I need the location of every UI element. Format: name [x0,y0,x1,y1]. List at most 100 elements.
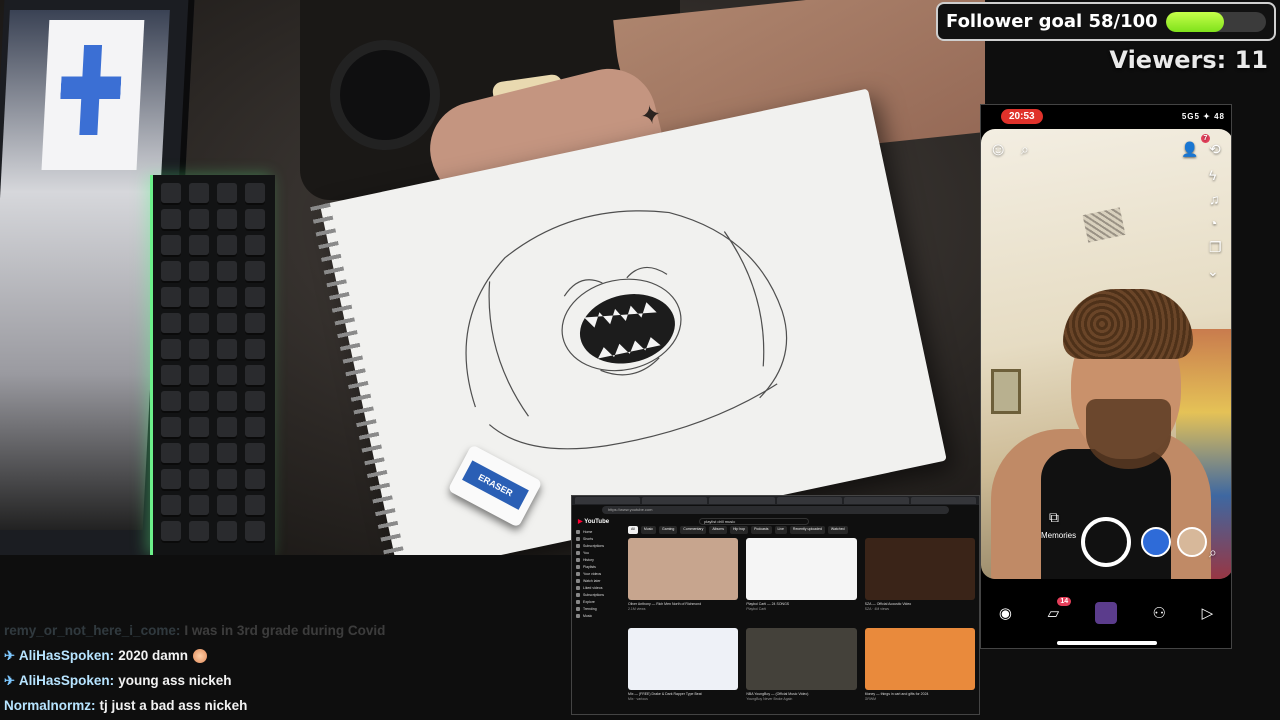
keyboard-key [189,261,209,283]
video-thumbnail[interactable] [746,628,857,690]
youtube-sidebar-item[interactable]: Subscriptions [576,591,620,598]
chat-username[interactable]: AliHasSpoken: [19,648,114,663]
camera-tab-icon[interactable] [1094,602,1117,624]
keyboard-key [189,391,209,413]
timer-icon[interactable]: ◔ [1209,215,1217,231]
chat-message: Normalnormz: tj just a bad ass nickeh [4,693,564,718]
youtube-sidebar-item[interactable]: Home [576,528,620,535]
chat-username[interactable]: Normalnormz: [4,698,96,713]
video-thumbnail[interactable] [746,538,857,600]
youtube-video-card[interactable]: Mix — (FREE) Drake & Dark Rapper Type Be… [628,628,739,714]
chat-username[interactable]: remy_or_not_here_i_come: [4,623,180,638]
youtube-filter-chip[interactable]: Music [640,526,657,534]
keyboard-key [245,209,265,231]
keyboard-key [161,287,181,309]
youtube-search-input[interactable]: playlist drill music [699,517,810,525]
keyboard-key [217,235,237,257]
keyboard-key [189,339,209,361]
youtube-video-card[interactable]: Oliver Anthony — Rich Men North of Richm… [628,538,739,624]
viewer-count: Viewers: 11 [1109,46,1268,74]
youtube-sidebar-item[interactable]: You [576,549,620,556]
youtube-filter-chip[interactable]: Hip hop [730,526,749,534]
keyboard-key [189,313,209,335]
scan-icon[interactable]: ⌕ [1209,544,1217,561]
youtube-sidebar-item[interactable]: Watch later [576,577,620,584]
youtube-filter-chip[interactable]: Watched [827,526,848,534]
keyboard-key [189,183,209,205]
keyboard-key [161,469,181,491]
youtube-sidebar-item[interactable]: Your videos [576,570,620,577]
youtube-sidebar-item[interactable]: Explore [576,598,620,605]
youtube-video-card[interactable]: Money — things in cart and gifts for 202… [864,628,975,714]
video-thumbnail[interactable] [864,538,975,600]
youtube-sidebar-item[interactable]: Liked videos [576,584,620,591]
keyboard-key [161,261,181,283]
keyboard-key [245,339,265,361]
multi-capture-icon[interactable]: ❐ [1209,239,1222,256]
youtube-sidebar-item[interactable]: History [576,556,620,563]
youtube-sidebar-item[interactable]: Trending [576,605,620,612]
laptop-screen [0,10,170,530]
search-icon[interactable]: ⌕ [1021,141,1029,158]
lens-thumbnail[interactable] [1177,527,1207,557]
flash-off-icon[interactable]: ϟ [1209,167,1216,183]
youtube-filter-chip[interactable]: Commentary [680,526,707,534]
video-channel: 2.1M views [628,606,646,611]
follower-goal-progress-fill [1165,11,1224,32]
keyboard-key [245,313,265,335]
browser-tab[interactable] [776,497,842,504]
add-friend-icon[interactable]: 👤 7 [1181,134,1211,158]
keyboard-key [217,209,237,231]
youtube-sidebar-item[interactable]: Playlists [576,563,620,570]
wall-frame [991,369,1021,414]
video-thumbnail[interactable] [628,538,739,600]
memories-icon[interactable]: ⧉ [1049,509,1059,526]
follower-goal-label: Follower goal 58/100 [946,11,1158,32]
youtube-filter-chip[interactable]: Live [774,526,787,534]
youtube-sidebar-item[interactable]: Shorts [576,535,620,542]
chevron-down-icon[interactable]: ⌄ [1207,263,1219,280]
youtube-filter-chip[interactable]: Podcasts [751,526,772,534]
keyboard-key [189,443,209,465]
video-thumbnail[interactable] [864,628,975,690]
bitmoji-avatar-icon[interactable]: ☺ [989,139,1007,160]
address-bar[interactable]: https://www.youtube.com [602,506,949,514]
youtube-sidebar-item[interactable]: Music [576,612,620,619]
memories-label[interactable]: Memories [1041,531,1076,540]
browser-tab[interactable] [642,497,708,504]
flip-camera-icon[interactable]: ⟲ [1209,141,1221,158]
chat-username[interactable]: AliHasSpoken: [19,673,114,688]
video-thumbnail[interactable] [628,628,739,690]
browser-tab[interactable] [910,497,977,504]
youtube-filter-chip[interactable]: All [628,526,638,534]
youtube-logo[interactable]: ▶ YouTube [578,518,609,525]
youtube-video-card[interactable]: SZA — Official Acoustic Video SZA · 4M vi… [864,538,975,624]
music-icon[interactable]: ♫ [1209,191,1220,207]
laptop-artwork [41,20,145,170]
chat-icon[interactable]: ▱ 14 [1048,597,1072,622]
youtube-filter-chip[interactable]: Gaming [659,526,678,534]
keyboard-key [161,209,181,231]
chat-message: ✈ AliHasSpoken: young ass nickeh [4,668,564,693]
camera-top-controls: ☺ ⌕ 👤 7 ⟲ ϟ ♫ ◔ ❐ ⌄ [981,134,1231,279]
keyboard-key [161,339,181,361]
youtube-filter-chip[interactable]: Albums [709,526,728,534]
map-icon[interactable]: ◉ [999,604,1012,622]
keyboard-key [189,287,209,309]
video-channel: YoungBoy Never Broke Again [746,696,793,701]
chat-message: remy_or_not_here_i_come: I was in 3rd gra… [4,618,564,643]
browser-tab[interactable] [709,497,775,504]
youtube-sidebar-item[interactable]: Subscriptions [576,542,620,549]
snapchat-camera-view[interactable]: ☺ ⌕ 👤 7 ⟲ ϟ ♫ ◔ ❐ ⌄ ⧉ Memories ⌕ [981,129,1231,579]
browser-tab[interactable] [575,497,641,504]
youtube-filter-chip[interactable]: Recently uploaded [789,526,825,534]
lens-thumbnail[interactable] [1141,527,1171,557]
youtube-video-card[interactable]: NBA YoungBoy — (Official Music Video) You… [746,628,857,714]
keyboard-key [189,469,209,491]
browser-tab[interactable] [843,497,909,504]
stories-icon[interactable]: ⚇ [1152,604,1165,622]
youtube-video-grid: Oliver Anthony — Rich Men North of Richm… [628,538,975,714]
spotlight-icon[interactable]: ▷ [1202,604,1214,622]
youtube-video-card[interactable]: Playboi Carti — 24 SONGS Playboi Carti [746,538,857,624]
capture-button[interactable] [1081,517,1131,567]
